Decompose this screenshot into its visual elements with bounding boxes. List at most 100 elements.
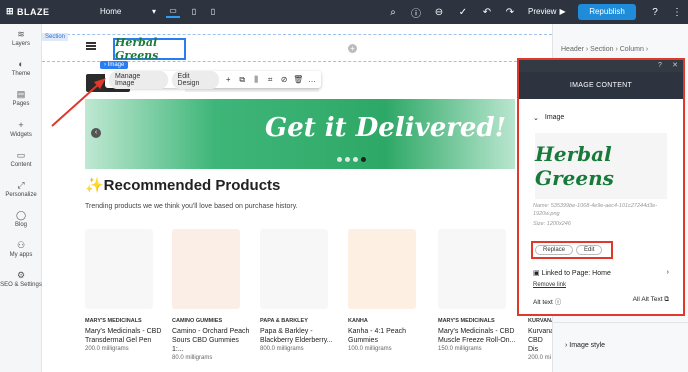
manage-image-button[interactable]: Manage Image	[109, 70, 168, 89]
dialog-title: IMAGE CONTENT	[519, 72, 683, 99]
add-icon[interactable]: +	[223, 75, 233, 84]
sidebar-item-blog[interactable]: ◯ Blog	[0, 210, 42, 228]
hamburger-menu-icon[interactable]	[86, 42, 96, 50]
sidebar-item-label: My apps	[9, 252, 33, 258]
play-icon: ▶	[559, 7, 566, 16]
apps-icon: ⚇	[16, 240, 26, 250]
promo-banner: ‹ Get it Delivered!	[85, 99, 515, 169]
sidebar-item-label: Blog	[14, 222, 27, 228]
product-brand: CAMINO GUMMIES	[172, 318, 223, 324]
product-brand: MARY'S MEDICINALS	[85, 318, 142, 324]
image-actions-highlight: Replace Edit	[531, 241, 613, 259]
image-tag-label: Image	[107, 62, 125, 68]
sidebar-item-layers[interactable]: ≋ Layers	[0, 29, 42, 47]
undo-icon[interactable]: ↶	[480, 5, 494, 19]
edit-design-button[interactable]: Edit Design	[171, 70, 220, 89]
product-card[interactable]: PAPA & BARKLEY Papa & Barkley - Blackber…	[260, 229, 340, 369]
tablet-view-icon[interactable]: ▯	[187, 4, 201, 18]
sidebar-item-label: Theme	[11, 71, 31, 77]
sidebar-item-my-apps[interactable]: ⚇ My apps	[0, 240, 42, 258]
hide-icon[interactable]: ⊘	[279, 75, 289, 84]
close-icon[interactable]: ✕	[670, 61, 680, 71]
page-select[interactable]: Home ▾	[100, 7, 156, 16]
alt-text-row: Alt text ⓘ All Alt Text ⧉	[533, 296, 669, 306]
editor-canvas[interactable]: Section Herbal Greens + OPEN - Store Hou…	[42, 24, 552, 372]
selected-logo-image[interactable]: Herbal Greens	[113, 36, 186, 62]
desktop-view-icon[interactable]: ▭	[166, 4, 180, 18]
gear-icon: ⚙	[16, 270, 26, 280]
sidebar-item-seo-settings[interactable]: ⚙ SEO & Settings	[0, 270, 42, 288]
more-vertical-icon[interactable]: ⋮	[670, 5, 684, 19]
product-name: Papa & Barkley - Blackberry Elderberry..…	[260, 328, 333, 344]
dialog-top-strip: ? ✕	[519, 60, 683, 72]
mobile-view-icon[interactable]: ▯	[206, 4, 220, 18]
image-section-header[interactable]: ⌄ Image	[533, 114, 564, 122]
left-sidebar: ≋ Layers ◐ Theme ▤ Pages + Widgets ▭ Content …	[0, 24, 42, 372]
product-weight: 200.0 milligrams	[85, 346, 129, 352]
align-icon[interactable]: ⫼	[251, 75, 261, 85]
product-card[interactable]: KANHA Kanha - 4:1 Peach Gummies 100.0 mi…	[348, 229, 428, 369]
image-style-label: Image style	[569, 342, 606, 349]
sidebar-item-widgets[interactable]: + Widgets	[0, 120, 42, 138]
delete-icon[interactable]: 🗑	[293, 75, 303, 84]
product-card[interactable]: MARY'S MEDICINALS Mary's Medicinals - CB…	[85, 229, 165, 369]
banner-prev-icon[interactable]: ‹	[91, 128, 101, 138]
duplicate-icon[interactable]: ⧉	[237, 75, 247, 85]
check-icon[interactable]: ✓	[456, 5, 470, 19]
breadcrumb[interactable]: Header › Section › Column ›	[561, 46, 648, 53]
image-section-label: Image	[544, 114, 565, 121]
banner-headline: Get it Delivered!	[265, 113, 507, 143]
edit-button[interactable]: Edit	[576, 245, 603, 255]
banner-dot[interactable]	[353, 157, 358, 162]
banner-dot[interactable]	[345, 157, 350, 162]
product-card[interactable]: MARY'S MEDICINALS Mary's Medicinals - CB…	[438, 229, 518, 369]
sidebar-item-theme[interactable]: ◐ Theme	[0, 59, 42, 77]
linked-page-label: Linked to Page: Home	[541, 270, 611, 277]
more-icon[interactable]: …	[307, 75, 317, 84]
blaze-icon: ⊞	[6, 6, 15, 16]
linked-page-row[interactable]: ▣ Linked to Page: Home ›	[533, 269, 669, 277]
replace-button[interactable]: Replace	[535, 245, 574, 255]
image-content-dialog: ? ✕ IMAGE CONTENT ⌄ Image Herbal Greens …	[517, 58, 685, 316]
banner-dot-active[interactable]	[361, 157, 366, 162]
product-image	[438, 229, 506, 309]
image-style-section[interactable]: › Image style	[565, 342, 605, 349]
info-icon[interactable]: ⓘ	[555, 299, 562, 306]
add-element-icon[interactable]: +	[348, 44, 357, 53]
republish-button[interactable]: Republish	[578, 4, 636, 20]
preview-button[interactable]: Preview ▶	[528, 7, 566, 16]
product-brand: PAPA & BARKLEY	[260, 318, 308, 324]
product-weight: 100.0 milligrams	[348, 346, 392, 352]
help-icon[interactable]: ?	[655, 61, 665, 71]
product-card[interactable]: CAMINO GUMMIES Camino - Orchard Peach So…	[172, 229, 252, 369]
product-brand: MARY'S MEDICINALS	[438, 318, 495, 324]
redo-icon[interactable]: ↷	[503, 5, 517, 19]
chevron-down-icon: ⌄	[533, 115, 539, 122]
section-tag[interactable]: Section	[42, 33, 69, 41]
all-alt-text-link[interactable]: All Alt Text ⧉	[633, 296, 669, 306]
preview-logo-text: Herbal Greens	[535, 142, 614, 190]
zoom-out-icon[interactable]: ⊖	[432, 5, 446, 19]
product-weight: 150.0 milligrams	[438, 346, 482, 352]
sidebar-item-pages[interactable]: ▤ Pages	[0, 89, 42, 107]
sidebar-item-label: Content	[10, 162, 32, 168]
image-name: Name: 535399be-1068-4e9e-aec4-101c27244d…	[533, 203, 658, 217]
product-brand: KANHA	[348, 318, 368, 324]
search-icon[interactable]: ⌕	[386, 5, 400, 19]
product-name: Kurvana CBD Dis	[528, 328, 552, 353]
palette-icon: ◐	[18, 59, 24, 69]
help-icon[interactable]: ?	[648, 5, 662, 19]
banner-dots[interactable]	[337, 157, 366, 162]
banner-dot[interactable]	[337, 157, 342, 162]
chevron-down-icon: ▾	[151, 7, 156, 16]
remove-link[interactable]: Remove link	[533, 282, 566, 288]
sidebar-item-content[interactable]: ▭ Content	[0, 150, 42, 168]
product-image	[260, 229, 328, 309]
image-preview: Herbal Greens	[535, 133, 667, 199]
sidebar-item-personalize[interactable]: ⤢ Personalize	[0, 180, 42, 198]
product-name: Kanha - 4:1 Peach Gummies	[348, 328, 406, 344]
blog-icon: ◯	[16, 210, 27, 220]
info-icon[interactable]: ⓘ	[409, 5, 423, 20]
image-tag[interactable]: › Image	[100, 61, 129, 69]
crop-icon[interactable]: ⌗	[265, 75, 275, 85]
